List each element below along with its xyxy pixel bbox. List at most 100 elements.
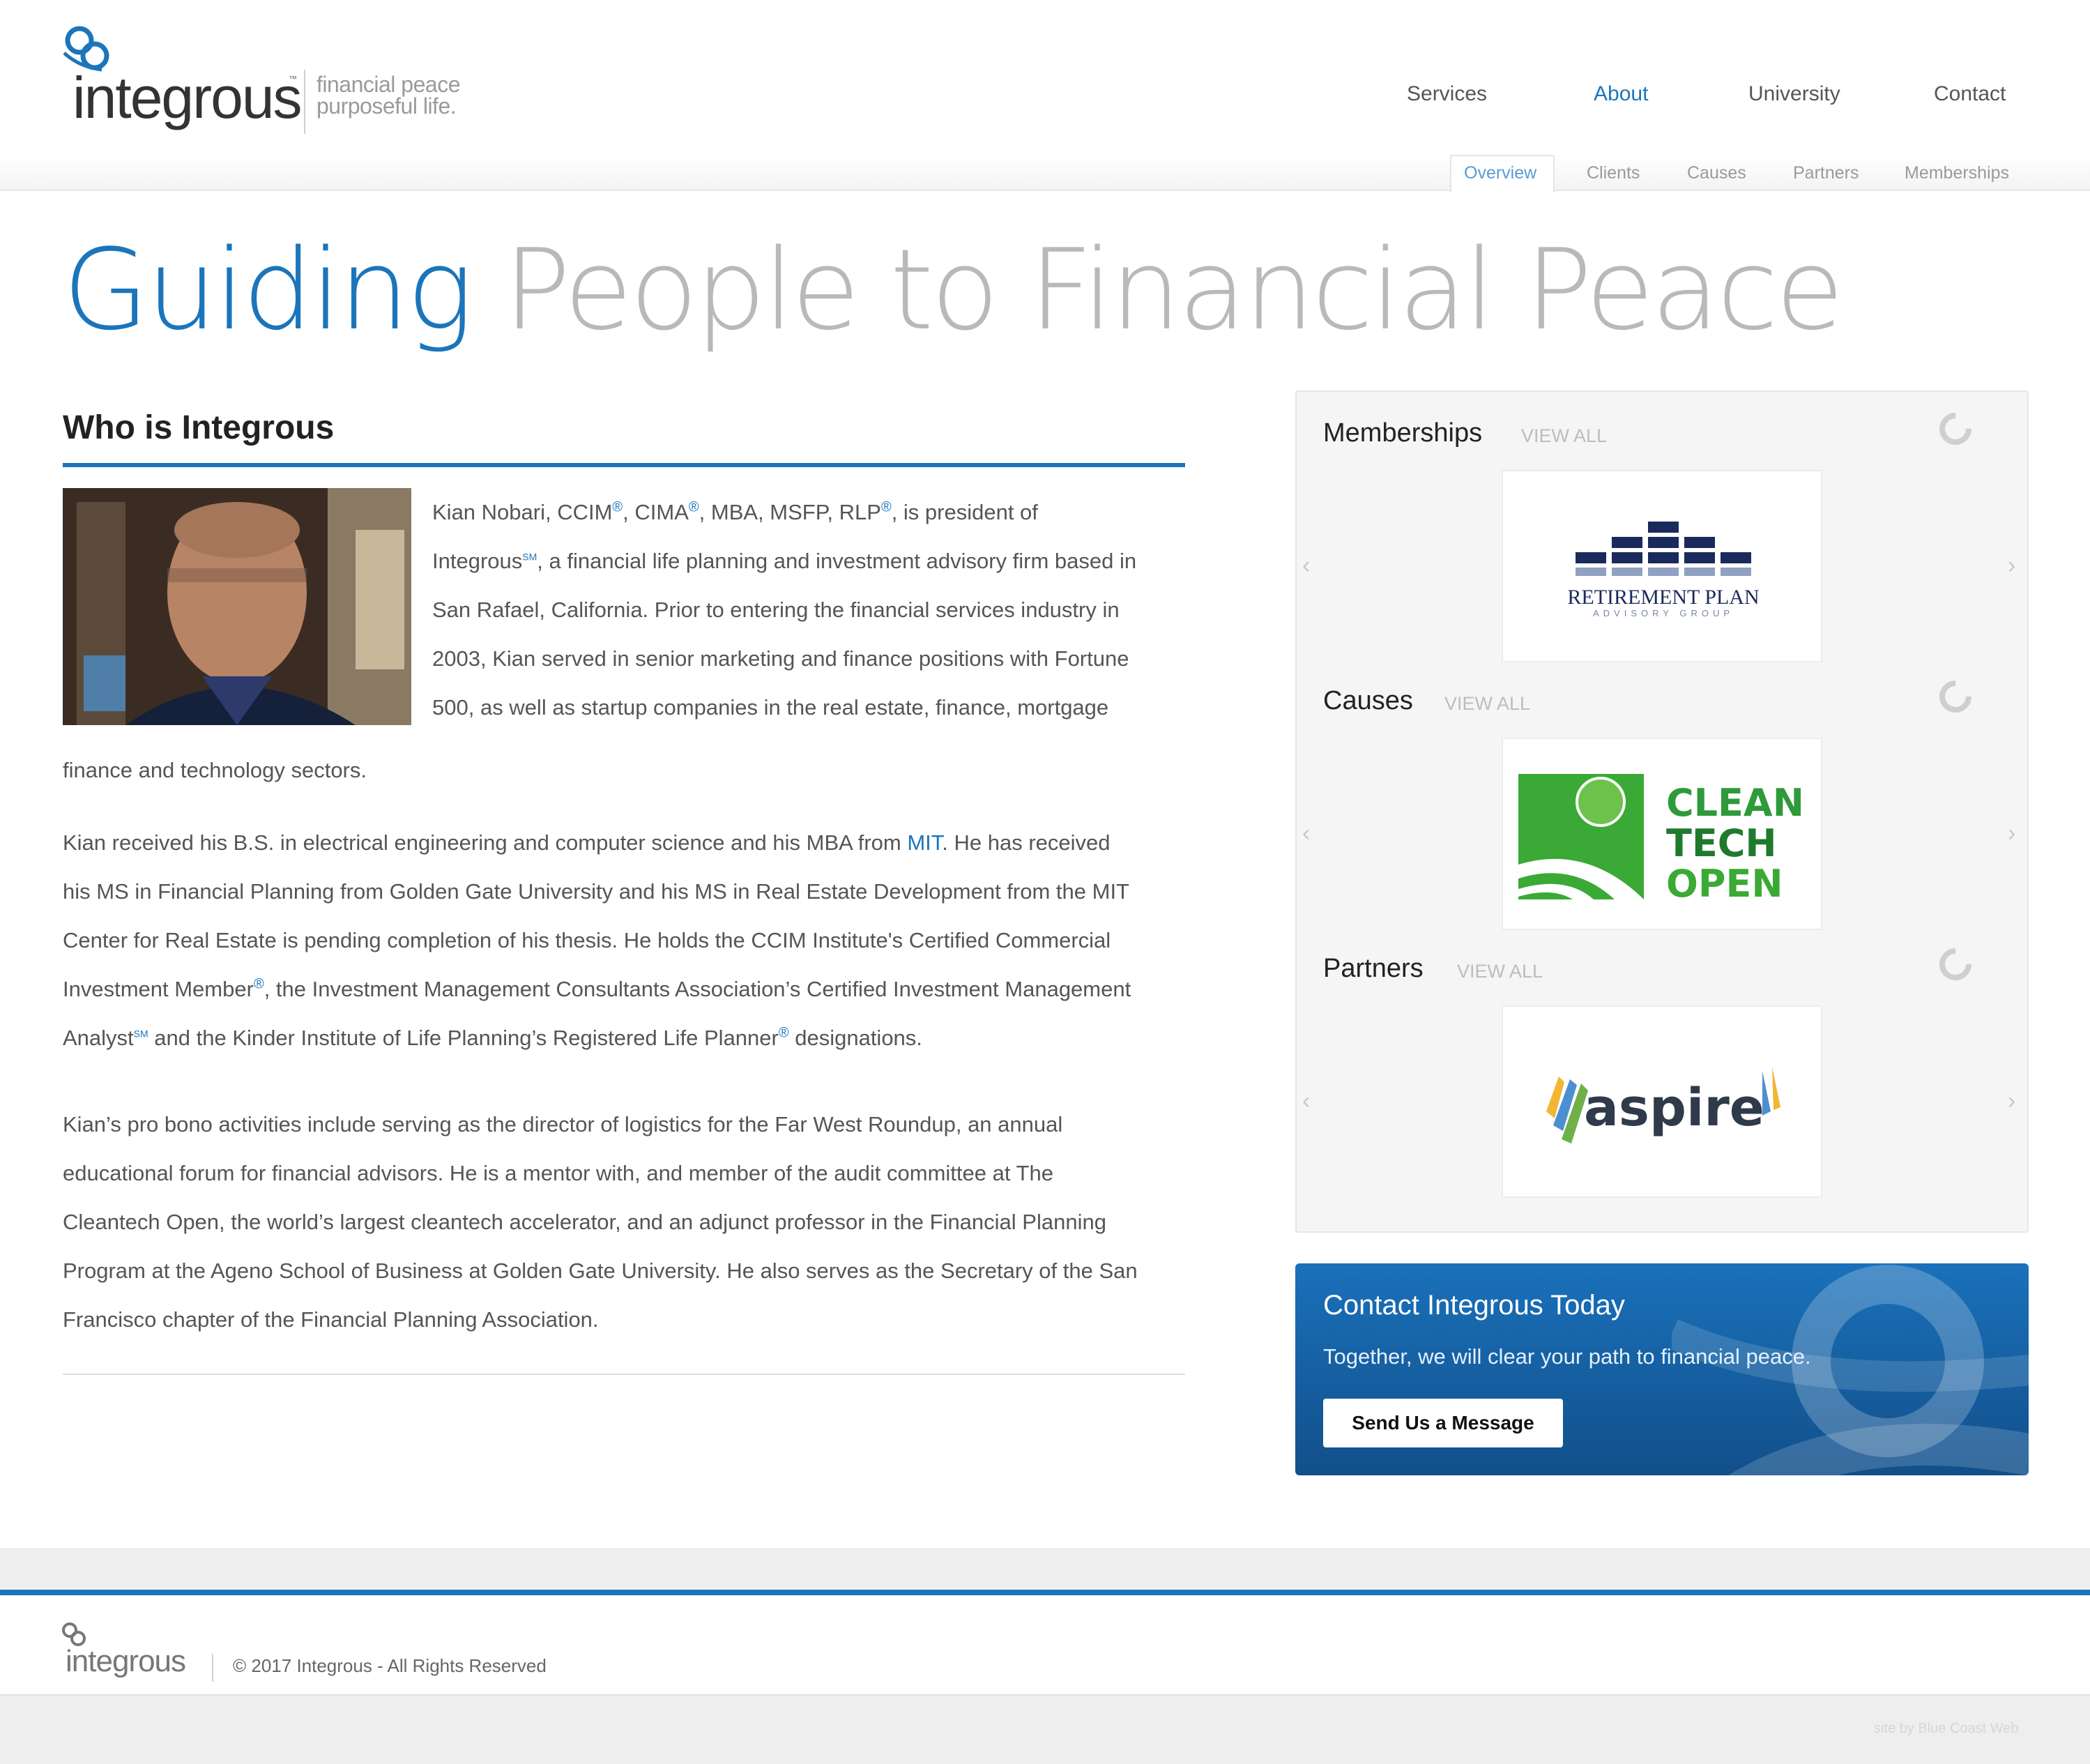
copyright-text: © 2017 Integrous - All Rights Reserved (233, 1655, 547, 1676)
page-title: Guiding People to Financial Peace (63, 234, 1844, 346)
bio-text: , MBA, MSFP, RLP (699, 500, 881, 524)
bio-paragraph-2: Kian received his B.S. in electrical eng… (63, 819, 1206, 1063)
cleantech-open-logo: CLEAN TECH OPEN (1518, 774, 1804, 906)
subnav-partners[interactable]: Partners (1793, 163, 1859, 183)
carousel-prev-icon[interactable]: ‹ (1302, 820, 1310, 847)
footer-logo-wordmark: integrous (66, 1644, 186, 1678)
bio-line: Center for Real Estate is pending comple… (63, 928, 1111, 952)
decorative-swirl-icon (1672, 1265, 2029, 1475)
memberships-heading: Memberships (1323, 418, 1483, 448)
subnav-memberships[interactable]: Memberships (1905, 163, 2009, 183)
bio-line: Kian received his B.S. in electrical eng… (63, 819, 1206, 867)
bio-line: finance and technology sectors. (63, 758, 367, 782)
nav-about[interactable]: About (1594, 82, 1648, 110)
page-title-rest: People to Financial Peace (503, 225, 1844, 355)
nav-university[interactable]: University (1748, 82, 1840, 110)
subnav-overview[interactable]: Overview (1464, 163, 1536, 183)
aspire-logo: aspire (1546, 1067, 1780, 1143)
bio-line: Kian Nobari, CCIM®, CIMA®, MBA, MSFP, RL… (432, 488, 1185, 537)
service-mark: SM (522, 551, 537, 563)
cto-line-2: TECH (1666, 821, 1777, 865)
retirement-plan-advisory-group-logo: RETIREMENT PLAN ADVISORY GROUP (1567, 522, 1760, 618)
bio-text: Integrous (432, 549, 523, 573)
footer-accent-line (0, 1590, 2090, 1595)
partner-logo-card[interactable]: aspire (1502, 1005, 1822, 1198)
logo-tagline: financial peace purposeful life. (316, 72, 460, 119)
tagline-line-2: purposeful life. (316, 93, 457, 119)
kian-nobari-photo (63, 488, 411, 725)
footer (0, 1595, 2090, 1694)
bio-text: designations. (788, 1026, 922, 1050)
bio-line: Francisco chapter of the Financial Plann… (63, 1307, 599, 1332)
causes-heading: Causes (1323, 686, 1413, 715)
bio-text: Kian Nobari, CCIM (432, 500, 613, 524)
nav-contact[interactable]: Contact (1934, 82, 2006, 110)
bio-text: , CIMA (623, 500, 689, 524)
membership-logo-card[interactable]: RETIREMENT PLAN ADVISORY GROUP (1502, 470, 1822, 662)
service-mark: SM (133, 1028, 148, 1040)
nav-services[interactable]: Services (1407, 82, 1487, 110)
bio-line: AnalystSM and the Kinder Institute of Li… (63, 1014, 1206, 1063)
integrous-logo[interactable]: integrous ™ financial peace purposeful l… (59, 25, 463, 144)
aspire-wordmark: aspire (1584, 1078, 1764, 1138)
content-divider (63, 1374, 1185, 1375)
rpag-line-2: ADVISORY GROUP (1593, 608, 1734, 618)
send-message-button[interactable]: Send Us a Message (1323, 1399, 1563, 1447)
bio-line: educational forum for financial advisors… (63, 1161, 1053, 1185)
bio-line: Investment Member®, the Investment Manag… (63, 965, 1206, 1014)
carousel-next-icon[interactable]: › (2008, 820, 2015, 847)
registered-mark: ® (880, 499, 892, 515)
logo-wordmark: integrous (73, 65, 303, 130)
heading-underline (63, 463, 1185, 467)
footer-divider (212, 1654, 213, 1682)
bio-text: Kian received his B.S. in electrical eng… (63, 830, 908, 855)
carousel-prev-icon[interactable]: ‹ (1302, 1088, 1310, 1115)
bio-line: 2003, Kian served in senior marketing an… (432, 646, 1129, 671)
bio-line: Kian’s pro bono activities include servi… (63, 1112, 1063, 1136)
footer-top-band (0, 1548, 2090, 1590)
logo-trademark: ™ (289, 74, 297, 84)
bio-text: , is president of (891, 500, 1038, 524)
bio-line: IntegrousSM, a financial life planning a… (432, 537, 1185, 586)
cto-line-3: OPEN (1666, 862, 1783, 906)
bio-text: , a financial life planning and investme… (537, 549, 1137, 573)
subnav-bar (0, 155, 2090, 191)
carousel-next-icon[interactable]: › (2008, 1088, 2015, 1115)
partners-view-all-link[interactable]: VIEW ALL (1457, 961, 1543, 982)
subnav-clients[interactable]: Clients (1587, 163, 1640, 183)
registered-mark: ® (778, 1025, 789, 1041)
portrait-illustration (63, 488, 411, 725)
contact-cta-box: Contact Integrous Today Together, we wil… (1295, 1263, 2029, 1475)
contact-title: Contact Integrous Today (1323, 1290, 1625, 1321)
carousel-prev-icon[interactable]: ‹ (1302, 552, 1310, 579)
site-credit-link[interactable]: site by Blue Coast Web (1874, 1721, 2019, 1737)
bio-text: Analyst (63, 1026, 134, 1050)
partners-heading: Partners (1323, 954, 1424, 983)
logo-divider (304, 70, 305, 134)
cause-logo-card[interactable]: CLEAN TECH OPEN (1502, 738, 1822, 930)
carousel-next-icon[interactable]: › (2008, 552, 2015, 579)
bio-line: 500, as well as startup companies in the… (432, 695, 1109, 720)
bio-line: San Rafael, California. Prior to enterin… (432, 598, 1120, 622)
bio-text: and the Kinder Institute of Life Plannin… (148, 1026, 779, 1050)
bio-paragraph-3: Kian’s pro bono activities include servi… (63, 1100, 1206, 1344)
footer-logo[interactable]: integrous (59, 1622, 191, 1685)
bio-line: Cleantech Open, the world’s largest clea… (63, 1210, 1106, 1234)
mit-link[interactable]: MIT (907, 830, 942, 855)
bio-line: Program at the Ageno School of Business … (63, 1259, 1138, 1283)
section-heading: Who is Integrous (63, 409, 335, 446)
bio-paragraph-1-wrap: Kian Nobari, CCIM®, CIMA®, MBA, MSFP, RL… (432, 488, 1185, 732)
rpag-line-1: RETIREMENT PLAN (1567, 586, 1759, 609)
subnav-causes[interactable]: Causes (1687, 163, 1746, 183)
registered-mark: ® (688, 499, 699, 515)
tagline-line-1: financial peace (316, 72, 460, 97)
bio-text: . He has received (942, 830, 1111, 855)
footer-bottom-band (0, 1694, 2090, 1764)
registered-mark: ® (612, 499, 623, 515)
site-header: integrous ™ financial peace purposeful l… (0, 0, 2090, 155)
causes-view-all-link[interactable]: VIEW ALL (1444, 693, 1530, 715)
memberships-view-all-link[interactable]: VIEW ALL (1521, 425, 1607, 447)
bio-text: , the Investment Management Consultants … (264, 977, 1131, 1001)
cto-line-1: CLEAN (1666, 781, 1804, 825)
bio-line: his MS in Financial Planning from Golden… (63, 879, 1129, 904)
